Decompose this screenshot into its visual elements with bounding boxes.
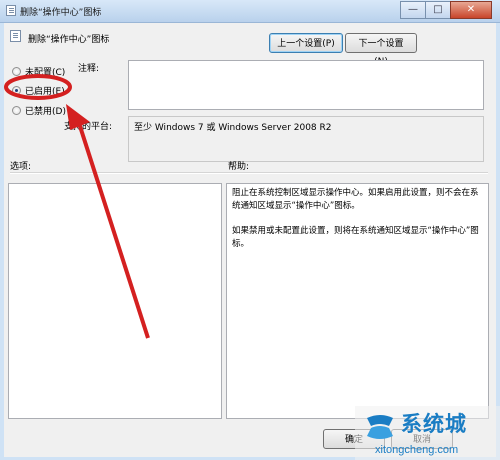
platform-label: 支持的平台: <box>64 122 113 132</box>
title-bar[interactable]: 删除“操作中心”图标 — □ ✕ <box>0 0 500 23</box>
radio-disabled[interactable]: 已禁用(D) <box>12 104 66 117</box>
watermark-url: xitongcheng.com <box>375 444 459 456</box>
watermark-brand: 系统城 <box>401 412 467 436</box>
platform-value: 至少 Windows 7 或 Windows Server 2008 R2 <box>128 116 484 162</box>
help-paragraph: 如果禁用或未配置此设置，则将在系统通知区域显示“操作中心”图标。 <box>232 226 479 249</box>
policy-document-icon <box>6 5 16 16</box>
watermark: 系统城 xitongcheng.com <box>355 406 500 460</box>
comment-textarea[interactable] <box>128 60 484 110</box>
radio-label: 未配置(C) <box>25 68 66 78</box>
window-controls: — □ ✕ <box>400 1 492 19</box>
radio-button[interactable] <box>12 67 21 76</box>
radio-button[interactable] <box>12 106 21 115</box>
radio-not-configured[interactable]: 未配置(C) <box>12 65 65 78</box>
window-title: 删除“操作中心”图标 <box>20 8 102 18</box>
help-panel: 阻止在系统控制区域显示操作中心。如果启用此设置，则不会在系统通知区域显示“操作中… <box>226 183 489 419</box>
section-divider <box>10 172 488 174</box>
dialog-body: 删除“操作中心”图标 上一个设置(P) 下一个设置(N) 未配置(C) 已启用(… <box>4 23 496 457</box>
setting-title: 删除“操作中心”图标 <box>28 35 110 45</box>
previous-setting-button[interactable]: 上一个设置(P) <box>269 33 343 53</box>
radio-label: 已禁用(D) <box>25 107 66 117</box>
radio-button[interactable] <box>12 86 21 95</box>
options-label: 选项: <box>10 162 32 172</box>
options-panel <box>8 183 222 419</box>
help-paragraph: 阻止在系统控制区域显示操作中心。如果启用此设置，则不会在系统通知区域显示“操作中… <box>232 188 479 211</box>
next-setting-button[interactable]: 下一个设置(N) <box>345 33 417 67</box>
minimize-button[interactable]: — <box>400 1 426 19</box>
help-label: 帮助: <box>228 162 250 172</box>
brand-logo-icon <box>367 415 393 439</box>
radio-label: 已启用(E) <box>25 87 65 97</box>
policy-setting-icon <box>10 30 21 42</box>
comment-label: 注释: <box>78 64 100 74</box>
radio-enabled[interactable]: 已启用(E) <box>12 84 65 97</box>
close-button[interactable]: ✕ <box>450 1 492 19</box>
maximize-button[interactable]: □ <box>425 1 451 19</box>
